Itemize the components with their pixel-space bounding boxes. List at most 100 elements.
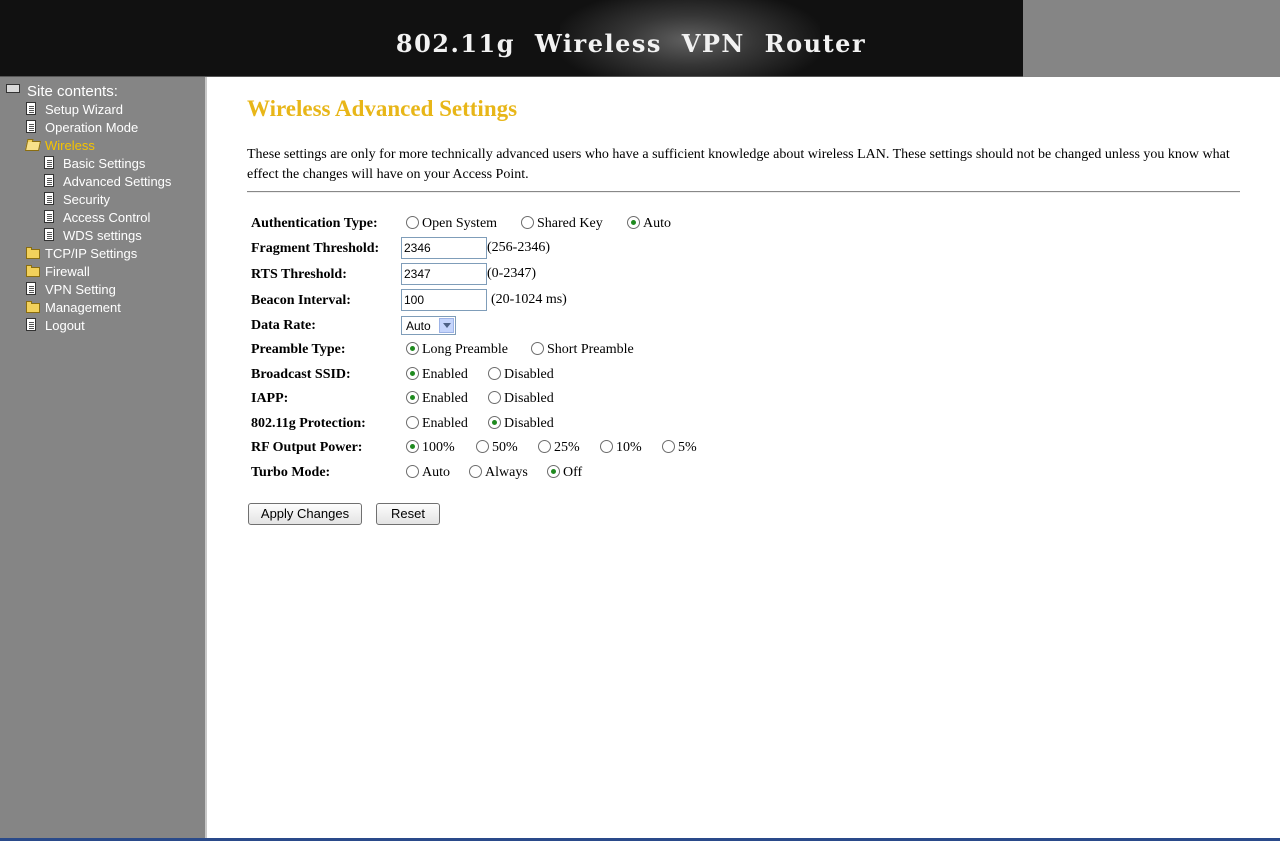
protection-disabled-label: Disabled xyxy=(504,416,554,431)
site-contents-heading: Site contents: xyxy=(27,83,118,100)
document-icon xyxy=(44,228,54,241)
rf-power-50-radio[interactable] xyxy=(476,440,489,453)
folder-open-icon xyxy=(24,141,42,151)
nav-tcpip-settings[interactable]: TCP/IP Settings xyxy=(26,246,138,262)
protection-label: 802.11g Protection: xyxy=(251,416,366,431)
rf-power-5-label: 5% xyxy=(678,440,697,455)
data-rate-label: Data Rate: xyxy=(251,318,316,333)
nav-setup-wizard[interactable]: Setup Wizard xyxy=(26,102,124,118)
protection-disabled-radio[interactable] xyxy=(488,416,501,429)
auth-type-label: Authentication Type: xyxy=(251,216,378,231)
auth-open-system-radio[interactable] xyxy=(406,216,419,229)
iapp-label: IAPP: xyxy=(251,391,289,406)
document-icon xyxy=(26,102,36,115)
nav-label: VPN Setting xyxy=(45,282,116,297)
apply-changes-button[interactable]: Apply Changes xyxy=(248,503,362,525)
folder-icon xyxy=(26,265,40,277)
nav-label: Management xyxy=(45,300,121,315)
nav-label: Firewall xyxy=(45,264,90,279)
nav-label: Wireless xyxy=(45,138,95,153)
protection-enabled-radio[interactable] xyxy=(406,416,419,429)
rf-output-power-label: RF Output Power: xyxy=(251,440,363,455)
folder-icon xyxy=(26,301,40,313)
turbo-always-label: Always xyxy=(485,465,528,480)
site-contents-icon xyxy=(6,84,20,93)
preamble-short-label: Short Preamble xyxy=(547,342,634,357)
nav-access-control[interactable]: Access Control xyxy=(44,210,151,226)
auth-auto-label: Auto xyxy=(643,216,671,231)
rf-power-100-radio[interactable] xyxy=(406,440,419,453)
folder-icon xyxy=(26,247,40,259)
auth-auto-radio[interactable] xyxy=(627,216,640,229)
nav-security[interactable]: Security xyxy=(44,192,110,208)
turbo-auto-radio[interactable] xyxy=(406,465,419,478)
fragment-threshold-input[interactable]: 2346 xyxy=(401,237,487,259)
nav-label: Security xyxy=(63,192,110,207)
router-title: 802.11g Wireless VPN Router xyxy=(395,29,867,58)
nav-label: Advanced Settings xyxy=(63,174,172,189)
iapp-disabled-radio[interactable] xyxy=(488,391,501,404)
preamble-long-label: Long Preamble xyxy=(422,342,508,357)
document-icon xyxy=(26,120,36,133)
rts-threshold-input[interactable]: 2347 xyxy=(401,263,487,285)
preamble-short-radio[interactable] xyxy=(531,342,544,355)
protection-enabled-label: Enabled xyxy=(422,416,468,431)
preamble-type-label: Preamble Type: xyxy=(251,342,346,357)
divider xyxy=(247,191,1240,193)
beacon-interval-input[interactable]: 100 xyxy=(401,289,487,311)
rf-power-100-label: 100% xyxy=(422,440,455,455)
nav-firewall[interactable]: Firewall xyxy=(26,264,90,280)
iapp-disabled-label: Disabled xyxy=(504,391,554,406)
page-title: Wireless Advanced Settings xyxy=(247,96,518,121)
nav-logout[interactable]: Logout xyxy=(26,318,85,334)
nav-label: Access Control xyxy=(63,210,151,225)
rts-threshold-range: (0-2347) xyxy=(487,266,536,281)
fragment-threshold-label: Fragment Threshold: xyxy=(251,241,380,256)
rf-power-50-label: 50% xyxy=(492,440,518,455)
header: 802.11g Wireless VPN Router xyxy=(0,0,1280,77)
broadcast-ssid-label: Broadcast SSID: xyxy=(251,367,351,382)
auth-shared-key-label: Shared Key xyxy=(537,216,603,231)
nav-label: Basic Settings xyxy=(63,156,146,171)
rf-power-25-label: 25% xyxy=(554,440,580,455)
reset-button[interactable]: Reset xyxy=(376,503,440,525)
rf-power-10-radio[interactable] xyxy=(600,440,613,453)
preamble-long-radio[interactable] xyxy=(406,342,419,355)
auth-shared-key-radio[interactable] xyxy=(521,216,534,229)
document-icon xyxy=(26,318,36,331)
nav-management[interactable]: Management xyxy=(26,300,121,316)
iapp-enabled-label: Enabled xyxy=(422,391,468,406)
broadcast-ssid-disabled-radio[interactable] xyxy=(488,367,501,380)
broadcast-ssid-enabled-radio[interactable] xyxy=(406,367,419,380)
turbo-mode-label: Turbo Mode: xyxy=(251,465,331,480)
fragment-threshold-range: (256-2346) xyxy=(487,240,550,255)
nav-wireless[interactable]: Wireless xyxy=(24,138,95,154)
data-rate-value: Auto xyxy=(406,319,431,333)
nav-label: Logout xyxy=(45,318,85,333)
nav-label: WDS settings xyxy=(63,228,142,243)
rts-threshold-label: RTS Threshold: xyxy=(251,267,347,282)
nav-operation-mode[interactable]: Operation Mode xyxy=(26,120,138,136)
nav-vpn-setting[interactable]: VPN Setting xyxy=(26,282,116,298)
sidebar-divider xyxy=(205,77,207,838)
nav-label: Setup Wizard xyxy=(45,102,124,117)
auth-open-system-label: Open System xyxy=(422,216,498,231)
data-rate-select[interactable]: Auto xyxy=(401,316,456,335)
nav-wds-settings[interactable]: WDS settings xyxy=(44,228,142,244)
document-icon xyxy=(44,174,54,187)
nav-advanced-settings[interactable]: Advanced Settings xyxy=(44,174,172,190)
turbo-off-radio[interactable] xyxy=(547,465,560,478)
document-icon xyxy=(44,192,54,205)
rf-power-25-radio[interactable] xyxy=(538,440,551,453)
turbo-always-radio[interactable] xyxy=(469,465,482,478)
turbo-off-label: Off xyxy=(563,465,583,480)
chevron-down-icon[interactable] xyxy=(439,318,454,333)
nav-label: TCP/IP Settings xyxy=(45,246,138,261)
document-icon xyxy=(44,156,54,169)
iapp-enabled-radio[interactable] xyxy=(406,391,419,404)
beacon-interval-range: (20-1024 ms) xyxy=(491,292,567,307)
banner: 802.11g Wireless VPN Router xyxy=(0,0,1023,77)
rf-power-5-radio[interactable] xyxy=(662,440,675,453)
beacon-interval-label: Beacon Interval: xyxy=(251,293,351,308)
nav-basic-settings[interactable]: Basic Settings xyxy=(44,156,146,172)
